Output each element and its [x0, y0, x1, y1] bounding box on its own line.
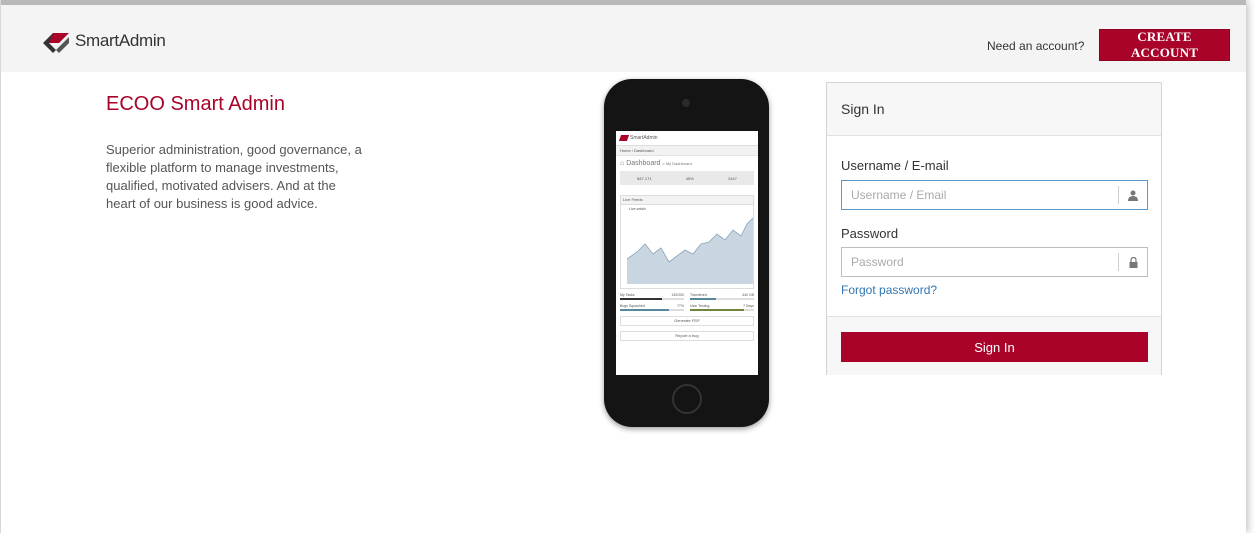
phone-breadcrumb: Home / Dashboard: [616, 146, 758, 156]
phone-stat: 45%: [685, 175, 694, 181]
phone-task: Bugs Squashed 77%: [620, 304, 684, 311]
hero-description: Superior administration, good governance…: [106, 142, 362, 211]
sign-in-footer: Sign In: [827, 316, 1161, 375]
phone-live-switch: Live switch: [629, 207, 647, 211]
phone-screen: SmartAdmin Home / Dashboard ⌂ Dashboard …: [616, 131, 758, 375]
phone-app-bar: SmartAdmin: [616, 131, 758, 146]
smartadmin-logo-icon: [43, 33, 69, 53]
username-input[interactable]: [842, 181, 1126, 209]
phone-tasks-row-2: Bugs Squashed 77% User Testing 7 Days: [620, 304, 754, 311]
sign-in-panel: Sign In Username / E-mail Password Forgo…: [826, 82, 1162, 375]
create-account-button[interactable]: Create Account: [1099, 29, 1230, 61]
phone-area-chart: [627, 217, 753, 284]
phone-task: User Testing 7 Days: [690, 304, 754, 311]
password-field-wrapper: [841, 247, 1148, 277]
sign-in-title: Sign In: [827, 83, 1161, 136]
phone-stats: $47,171 45% 2447: [620, 171, 754, 185]
phone-report-bug: Report a bug: [620, 331, 754, 341]
phone-home-button: [672, 384, 702, 414]
phone-camera: [682, 99, 690, 107]
username-label: Username / E-mail: [841, 158, 949, 173]
hero-title: ECOO Smart Admin: [106, 93, 285, 115]
username-field-wrapper: [841, 180, 1148, 210]
lock-icon: [1118, 253, 1147, 271]
brand-name: SmartAdmin: [75, 31, 166, 50]
forgot-password-link[interactable]: Forgot password?: [841, 283, 937, 297]
phone-logo-icon: [618, 135, 630, 141]
password-label: Password: [841, 226, 899, 241]
phone-feed-title: Live Feeds: [621, 196, 753, 205]
phone-generate-pdf: Generate PDF: [620, 316, 754, 326]
phone-task: My Tasks 130/200: [620, 293, 684, 300]
page-frame: SmartAdmin Need an account? Create Accou…: [0, 0, 1246, 533]
need-account-text: Need an account?: [987, 39, 1085, 53]
logo[interactable]: SmartAdmin: [39, 29, 166, 53]
phone-stat: 2447: [727, 175, 737, 181]
phone-mockup: SmartAdmin Home / Dashboard ⌂ Dashboard …: [604, 79, 769, 427]
phone-dashboard-title: ⌂ Dashboard > My Dashboard: [620, 160, 692, 167]
phone-task: Transfered 440 GB: [690, 293, 754, 300]
phone-live-feed: Live Feeds Live switch: [620, 195, 754, 289]
phone-stat: $47,171: [637, 175, 652, 181]
phone-tasks-row-1: My Tasks 130/200 Transfered 440 GB: [620, 293, 754, 300]
sign-in-button[interactable]: Sign In: [841, 332, 1148, 362]
password-input[interactable]: [842, 248, 1126, 276]
user-icon: [1118, 186, 1147, 204]
top-header: SmartAdmin Need an account? Create Accou…: [1, 0, 1246, 72]
phone-brand: SmartAdmin: [630, 135, 658, 141]
